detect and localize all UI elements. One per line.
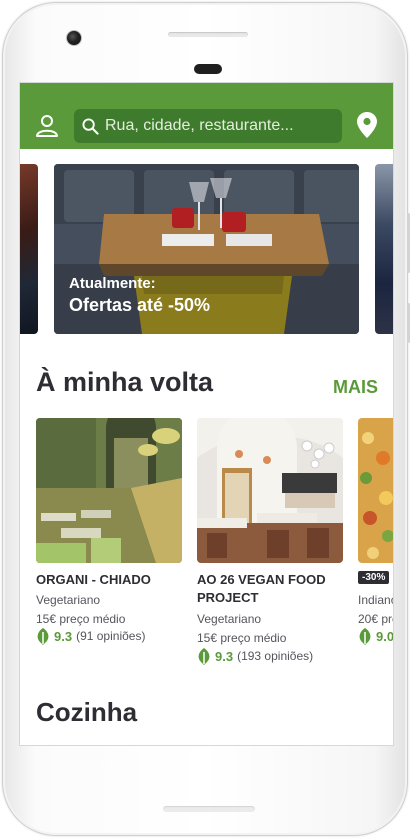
leaf-rating-icon (198, 647, 210, 665)
restaurant-rating: 9.3 (91 opiniões) (36, 627, 145, 645)
section-title-cuisine: Cozinha (36, 697, 138, 727)
restaurant-cuisine: Indiano (358, 593, 394, 607)
restaurant-photo (197, 418, 343, 563)
location-pin-icon[interactable] (357, 112, 377, 138)
restaurant-cuisine: Vegetariano (36, 593, 101, 607)
rating-value: 9.3 (215, 648, 234, 664)
restaurant-name: ORGANI - CHIADO (36, 572, 151, 587)
more-link[interactable]: MAIS (333, 377, 378, 398)
restaurant-rating: 9.0 (358, 627, 394, 645)
rating-value: 9.3 (54, 628, 73, 644)
search-input[interactable] (105, 109, 333, 143)
leaf-rating-icon (359, 627, 371, 645)
restaurant-card[interactable]: -30% Indiano 20€ preço médio 9.0 (358, 418, 394, 658)
restaurant-cuisine: Vegetariano (197, 612, 262, 626)
section-title-nearby: À minha volta (36, 367, 214, 397)
restaurant-price: 15€ preço médio (197, 631, 287, 645)
restaurant-photo (358, 418, 393, 563)
banner-kicker: Atualmente: (69, 275, 156, 292)
restaurant-price: 20€ preço médio (358, 612, 393, 626)
review-count: (193 opiniões) (237, 649, 314, 663)
volume-button (407, 213, 410, 273)
rating-value: 9.0 (376, 628, 394, 644)
banner-title: Ofertas até -50% (69, 295, 211, 315)
search-icon (82, 118, 99, 135)
restaurant-name: AO 26 VEGAN FOOD PROJECT (197, 572, 326, 605)
restaurant-card[interactable]: ORGANI - CHIADO Vegetariano 15€ preço mé… (36, 418, 182, 658)
restaurant-price: 15€ preço médio (36, 612, 126, 626)
power-button (407, 303, 410, 343)
front-camera (66, 30, 82, 46)
carousel-banner-previous[interactable] (20, 164, 38, 334)
search-bar[interactable] (74, 109, 342, 143)
bottom-speaker (163, 806, 255, 812)
earpiece-speaker (168, 32, 248, 37)
discount-badge: -30% (358, 571, 390, 584)
review-count: (91 opiniões) (76, 629, 146, 643)
app-screen: Atualmente: Ofertas até -50% À minha vol… (19, 82, 394, 746)
leaf-rating-icon (37, 627, 49, 645)
restaurant-card[interactable]: AO 26 VEGAN FOOD PROJECT Vegetariano 15€… (197, 418, 343, 665)
user-icon[interactable] (35, 113, 59, 137)
app-header (20, 83, 393, 149)
proximity-sensor (194, 64, 222, 74)
carousel-banner-next[interactable] (375, 164, 393, 334)
carousel-banner-offers[interactable]: Atualmente: Ofertas até -50% (54, 164, 359, 334)
restaurant-rating: 9.3 (193 opiniões) (197, 647, 313, 665)
restaurant-photo (36, 418, 182, 563)
